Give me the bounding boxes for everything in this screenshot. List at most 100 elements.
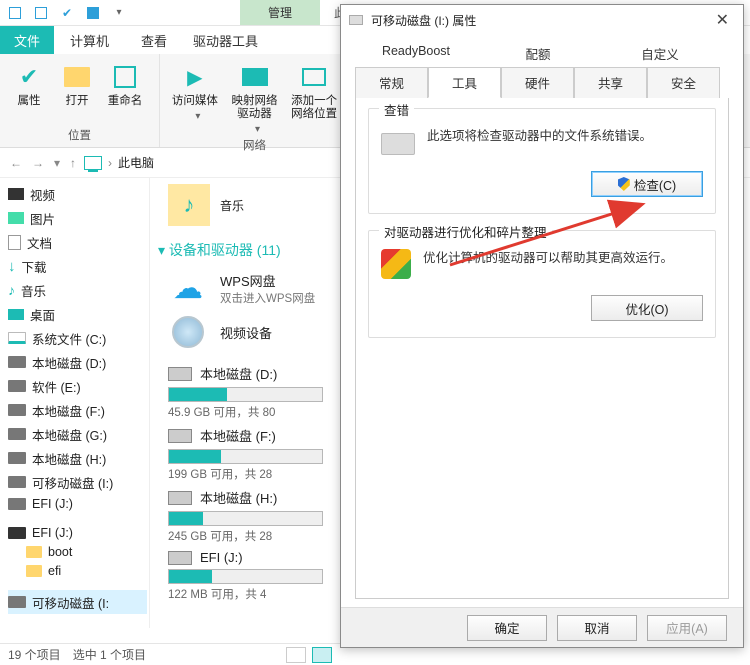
qat-btn-4[interactable]	[82, 2, 104, 24]
nav-item[interactable]: 系统文件 (C:)	[8, 326, 147, 350]
breadcrumb-this-pc[interactable]: 此电脑	[118, 154, 154, 171]
nav-item[interactable]: 本地磁盘 (D:)	[8, 350, 147, 374]
item-label: WPS网盘	[220, 271, 315, 290]
drive-name: EFI (J:)	[200, 550, 243, 565]
qat-btn-1[interactable]	[4, 2, 26, 24]
back-arrow-icon[interactable]: ←	[8, 156, 24, 170]
breadcrumb-chevron[interactable]: ›	[108, 156, 112, 170]
cancel-button[interactable]: 取消	[557, 615, 637, 641]
ribbon-btn-add-netloc[interactable]: 添加一个 网络位置	[285, 58, 343, 135]
qat-more[interactable]: ▾	[108, 2, 130, 24]
close-button[interactable]: ✕	[710, 10, 735, 30]
nav-item-efi-header[interactable]: EFI (J:)	[8, 523, 147, 542]
dialog-titlebar[interactable]: 可移动磁盘 (I:) 属性 ✕	[341, 5, 743, 35]
error-checking-group: 查错 此选项将检查驱动器中的文件系统错误。 检查(C)	[368, 108, 716, 214]
ribbon-btn-map-drive[interactable]: 映射网络 驱动器▾	[226, 58, 284, 135]
dialog-title: 可移动磁盘 (I:) 属性	[371, 12, 476, 29]
download-icon: ↓	[8, 258, 16, 275]
hdd-icon	[168, 491, 192, 505]
view-tiles-button[interactable]	[312, 647, 332, 663]
context-tab-manage[interactable]: 管理	[240, 0, 320, 25]
nav-item[interactable]: ♪音乐	[8, 278, 147, 302]
ok-button[interactable]: 确定	[467, 615, 547, 641]
folder-icon	[26, 546, 42, 558]
nav-item[interactable]: 文档	[8, 230, 147, 254]
tab-view[interactable]: 查看	[125, 26, 183, 54]
chevron-down-icon[interactable]: ▾	[52, 156, 62, 170]
optimize-description: 优化计算机的驱动器可以帮助其更高效运行。	[423, 249, 673, 267]
nav-item[interactable]: efi	[8, 561, 147, 580]
group-legend: 查错	[379, 100, 414, 119]
ribbon-btn-rename[interactable]: 重命名	[102, 58, 148, 108]
item-label: 视频设备	[220, 323, 272, 342]
tab-computer[interactable]: 计算机	[54, 26, 125, 54]
forward-arrow-icon[interactable]: →	[30, 156, 46, 170]
usb-icon	[8, 596, 26, 608]
qat-btn-3[interactable]: ✔	[56, 2, 78, 24]
check-button[interactable]: 检查(C)	[591, 171, 703, 197]
nav-item[interactable]: 桌面	[8, 302, 147, 326]
chevron-down-icon: ▾	[116, 7, 121, 18]
tab-customize[interactable]: 自定义	[599, 39, 721, 68]
view-details-button[interactable]	[286, 647, 306, 663]
nav-item[interactable]: 软件 (E:)	[8, 374, 147, 398]
status-selected: 选中 1 个项目	[73, 646, 146, 663]
video-icon	[8, 188, 24, 200]
chevron-down-icon: ▾	[255, 124, 260, 135]
nav-item[interactable]: 本地磁盘 (F:)	[8, 398, 147, 422]
tab-tools[interactable]: 工具	[428, 67, 501, 98]
up-arrow-icon[interactable]: ↑	[68, 156, 78, 170]
tab-drive-tools[interactable]: 驱动器工具	[183, 26, 268, 54]
sys-drive-icon	[8, 332, 26, 344]
nav-item-selected[interactable]: 可移动磁盘 (I:	[8, 590, 147, 614]
hdd-icon	[8, 404, 26, 416]
square-fill-icon	[87, 7, 99, 19]
tab-hardware[interactable]: 硬件	[501, 67, 574, 98]
hdd-icon	[8, 498, 26, 510]
drive-icon	[349, 15, 363, 25]
capacity-bar	[168, 449, 323, 464]
item-subtitle: 双击进入WPS网盘	[220, 290, 315, 306]
dialog-body: 查错 此选项将检查驱动器中的文件系统错误。 检查(C) 对驱动器进行优化和碎片整…	[355, 98, 729, 599]
tab-quota[interactable]: 配额	[477, 39, 599, 68]
music-icon: ♪	[8, 282, 15, 298]
square-icon	[9, 7, 21, 19]
dialog-button-row: 确定 取消 应用(A)	[341, 607, 743, 647]
picture-icon	[8, 212, 24, 224]
nav-item[interactable]: ↓下载	[8, 254, 147, 278]
check-description: 此选项将检查驱动器中的文件系统错误。	[427, 127, 652, 145]
tab-general[interactable]: 常规	[355, 67, 428, 98]
monitor-icon	[302, 68, 326, 86]
nav-item[interactable]: 本地磁盘 (H:)	[8, 446, 147, 470]
apply-button[interactable]: 应用(A)	[647, 615, 727, 641]
optimize-button[interactable]: 优化(O)	[591, 295, 703, 321]
ribbon-btn-open[interactable]: 打开	[54, 58, 100, 108]
document-icon	[8, 235, 21, 250]
folder-icon	[26, 565, 42, 577]
hdd-icon	[168, 429, 192, 443]
ribbon-btn-properties[interactable]: ✔ 属性	[6, 58, 52, 108]
nav-item[interactable]: boot	[8, 542, 147, 561]
camera-icon	[172, 316, 204, 348]
tab-readyboost[interactable]: ReadyBoost	[355, 39, 477, 68]
capacity-bar	[168, 569, 323, 584]
nav-item[interactable]: 本地磁盘 (G:)	[8, 422, 147, 446]
tab-sharing[interactable]: 共享	[574, 67, 647, 98]
folder-icon	[64, 67, 90, 87]
nav-item[interactable]: EFI (J:)	[8, 494, 147, 513]
disk-icon	[381, 133, 415, 155]
tab-file[interactable]: 文件	[0, 26, 54, 54]
nav-item[interactable]: 图片	[8, 206, 147, 230]
square-icon	[35, 7, 47, 19]
hdd-icon	[8, 428, 26, 440]
nav-item[interactable]: 视频	[8, 182, 147, 206]
qat-btn-2[interactable]	[30, 2, 52, 24]
navigation-pane[interactable]: 视频 图片 文档 ↓下载 ♪音乐 桌面 系统文件 (C:) 本地磁盘 (D:) …	[0, 178, 150, 628]
ribbon-group-network: ▶ 访问媒体▾ 映射网络 驱动器▾ 添加一个 网络位置 网络	[160, 54, 350, 147]
tab-security[interactable]: 安全	[647, 67, 720, 98]
capacity-bar	[168, 511, 323, 526]
ribbon-btn-access-media[interactable]: ▶ 访问媒体▾	[166, 58, 224, 135]
nav-item[interactable]: 可移动磁盘 (I:)	[8, 470, 147, 494]
properties-icon: ✔	[20, 64, 38, 90]
desktop-icon	[8, 309, 24, 320]
